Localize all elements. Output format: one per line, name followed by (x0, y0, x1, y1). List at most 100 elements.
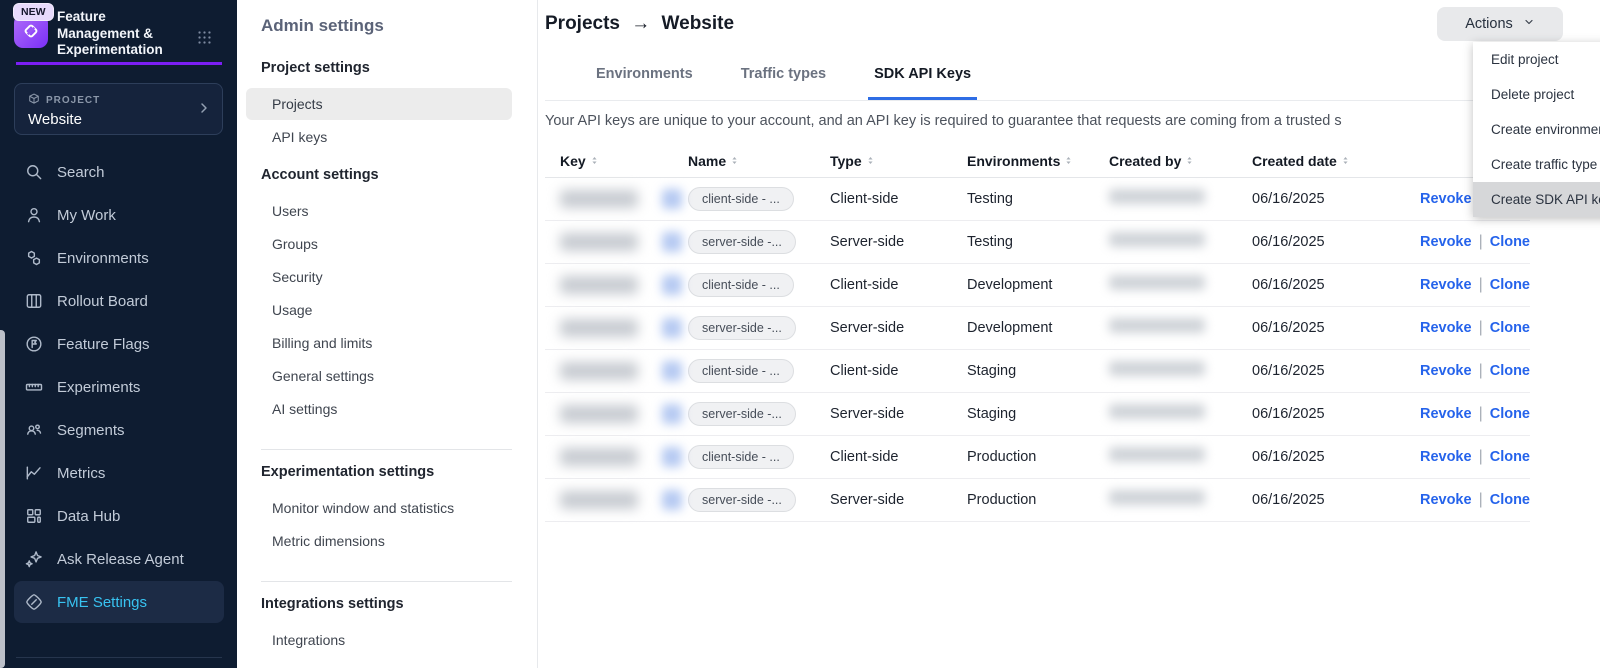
admin-settings-panel: Admin settings Project settingsProjectsA… (237, 0, 538, 668)
chevron-down-icon (1523, 16, 1535, 32)
revoke-link[interactable]: Revoke (1420, 449, 1472, 465)
sidebar-item-search[interactable]: Search (14, 151, 224, 193)
column-header-created-by[interactable]: Created by (1109, 153, 1252, 169)
revoke-link[interactable]: Revoke (1420, 406, 1472, 422)
flag-circle-icon (24, 334, 44, 354)
admin-item-general-settings[interactable]: General settings (261, 360, 512, 392)
sidebar-item-label: FME Settings (57, 594, 147, 611)
sidebar-item-my-work[interactable]: My Work (14, 194, 224, 236)
key-name-pill: server-side -... (688, 316, 796, 340)
clone-link[interactable]: Clone (1490, 234, 1530, 250)
column-header-key[interactable]: Key (545, 153, 688, 169)
sidebar-item-ask-release-agent[interactable]: Ask Release Agent (14, 538, 224, 580)
admin-item-security[interactable]: Security (261, 261, 512, 293)
admin-item-users[interactable]: Users (261, 195, 512, 227)
column-header-environments[interactable]: Environments (967, 153, 1109, 169)
sidebar-item-label: My Work (57, 207, 116, 224)
admin-item-metric-dimensions[interactable]: Metric dimensions (261, 525, 512, 557)
admin-item-integrations[interactable]: Integrations (261, 624, 512, 656)
revoke-link[interactable]: Revoke (1420, 320, 1472, 336)
sidebar-item-rollout-board[interactable]: Rollout Board (14, 280, 224, 322)
menu-item-create-sdk-api-key[interactable]: Create SDK API key (1473, 182, 1600, 217)
admin-item-projects[interactable]: Projects (246, 88, 512, 120)
project-selector[interactable]: PROJECT Website (14, 83, 223, 135)
table-row: server-side -... Server-side Development… (545, 307, 1530, 350)
table-row: server-side -... Server-side Staging 06/… (545, 393, 1530, 436)
sidebar-item-metrics[interactable]: Metrics (14, 452, 224, 494)
copy-icon[interactable] (662, 275, 682, 295)
revoke-link[interactable]: Revoke (1420, 277, 1472, 293)
clone-link[interactable]: Clone (1490, 492, 1530, 508)
new-badge: NEW (13, 3, 54, 21)
table-row: server-side -... Server-side Production … (545, 479, 1530, 522)
sidebar-item-environments[interactable]: Environments (14, 237, 224, 279)
brand-title: Feature Management & Experimentation (57, 9, 189, 59)
admin-item-groups[interactable]: Groups (261, 228, 512, 260)
revoke-link[interactable]: Revoke (1420, 191, 1472, 207)
environment-cell: Production (967, 492, 1109, 508)
copy-icon[interactable] (662, 361, 682, 381)
menu-item-delete-project[interactable]: Delete project (1473, 77, 1600, 112)
revoke-link[interactable]: Revoke (1420, 363, 1472, 379)
revoke-link[interactable]: Revoke (1420, 492, 1472, 508)
sidebar-item-segments[interactable]: Segments (14, 409, 224, 451)
sidebar-item-experiments[interactable]: Experiments (14, 366, 224, 408)
main-header: Projects → Website Actions (545, 0, 1530, 50)
link-separator: | (1479, 276, 1483, 293)
menu-item-edit-project[interactable]: Edit project (1473, 42, 1600, 77)
search-icon (24, 162, 44, 182)
clone-link[interactable]: Clone (1490, 406, 1530, 422)
column-header-type[interactable]: Type (830, 153, 967, 169)
column-header-label: Created date (1252, 153, 1337, 169)
clone-link[interactable]: Clone (1490, 277, 1530, 293)
redacted-created-by (1109, 189, 1205, 204)
type-cell: Client-side (830, 277, 967, 293)
tab-traffic-types[interactable]: Traffic types (735, 50, 832, 100)
column-header-created-date[interactable]: Created date (1252, 153, 1384, 169)
clone-link[interactable]: Clone (1490, 320, 1530, 336)
admin-item-monitor-window-and-statistics[interactable]: Monitor window and statistics (261, 492, 512, 524)
copy-icon[interactable] (662, 447, 682, 467)
name-cell: client-side - ... (688, 187, 830, 211)
clone-link[interactable]: Clone (1490, 449, 1530, 465)
revoke-link[interactable]: Revoke (1420, 234, 1472, 250)
row-actions-cell: Revoke|Clone (1384, 405, 1530, 423)
copy-icon[interactable] (662, 189, 682, 209)
redacted-key-value (560, 448, 638, 466)
redacted-created-by (1109, 404, 1205, 419)
type-cell: Client-side (830, 191, 967, 207)
copy-icon[interactable] (662, 404, 682, 424)
sidebar-item-data-hub[interactable]: Data Hub (14, 495, 224, 537)
admin-item-ai-settings[interactable]: AI settings (261, 393, 512, 425)
column-header-name[interactable]: Name (688, 153, 830, 169)
sidebar-scrollbar[interactable] (0, 330, 5, 668)
admin-section-title: Experimentation settings (261, 464, 512, 480)
clone-link[interactable]: Clone (1490, 363, 1530, 379)
sidebar-item-label: Data Hub (57, 508, 120, 525)
created-by-cell (1109, 232, 1252, 252)
copy-icon[interactable] (662, 318, 682, 338)
sidebar-item-feature-flags[interactable]: Feature Flags (14, 323, 224, 365)
actions-button[interactable]: Actions (1437, 7, 1563, 41)
tab-sdk-api-keys[interactable]: SDK API Keys (868, 50, 977, 100)
admin-item-usage[interactable]: Usage (261, 294, 512, 326)
copy-icon[interactable] (662, 490, 682, 510)
admin-item-api-keys[interactable]: API keys (261, 121, 512, 153)
created-date-cell: 06/16/2025 (1252, 492, 1384, 508)
grid-apps-icon[interactable] (196, 29, 213, 51)
copy-icon[interactable] (662, 232, 682, 252)
breadcrumb-parent[interactable]: Projects (545, 13, 620, 34)
type-cell: Client-side (830, 363, 967, 379)
admin-item-billing-and-limits[interactable]: Billing and limits (261, 327, 512, 359)
menu-item-create-environment[interactable]: Create environment (1473, 112, 1600, 147)
tab-environments[interactable]: Environments (590, 50, 699, 100)
column-header-label: Key (560, 153, 586, 169)
api-keys-description: Your API keys are unique to your account… (545, 113, 1530, 129)
admin-section-title: Account settings (261, 167, 512, 183)
project-value: Website (28, 111, 210, 128)
name-cell: server-side -... (688, 316, 830, 340)
table-row: client-side - ... Client-side Production… (545, 436, 1530, 479)
menu-item-create-traffic-type[interactable]: Create traffic type (1473, 147, 1600, 182)
key-cell (545, 447, 688, 467)
sidebar-item-fme-settings[interactable]: FME Settings (14, 581, 224, 623)
